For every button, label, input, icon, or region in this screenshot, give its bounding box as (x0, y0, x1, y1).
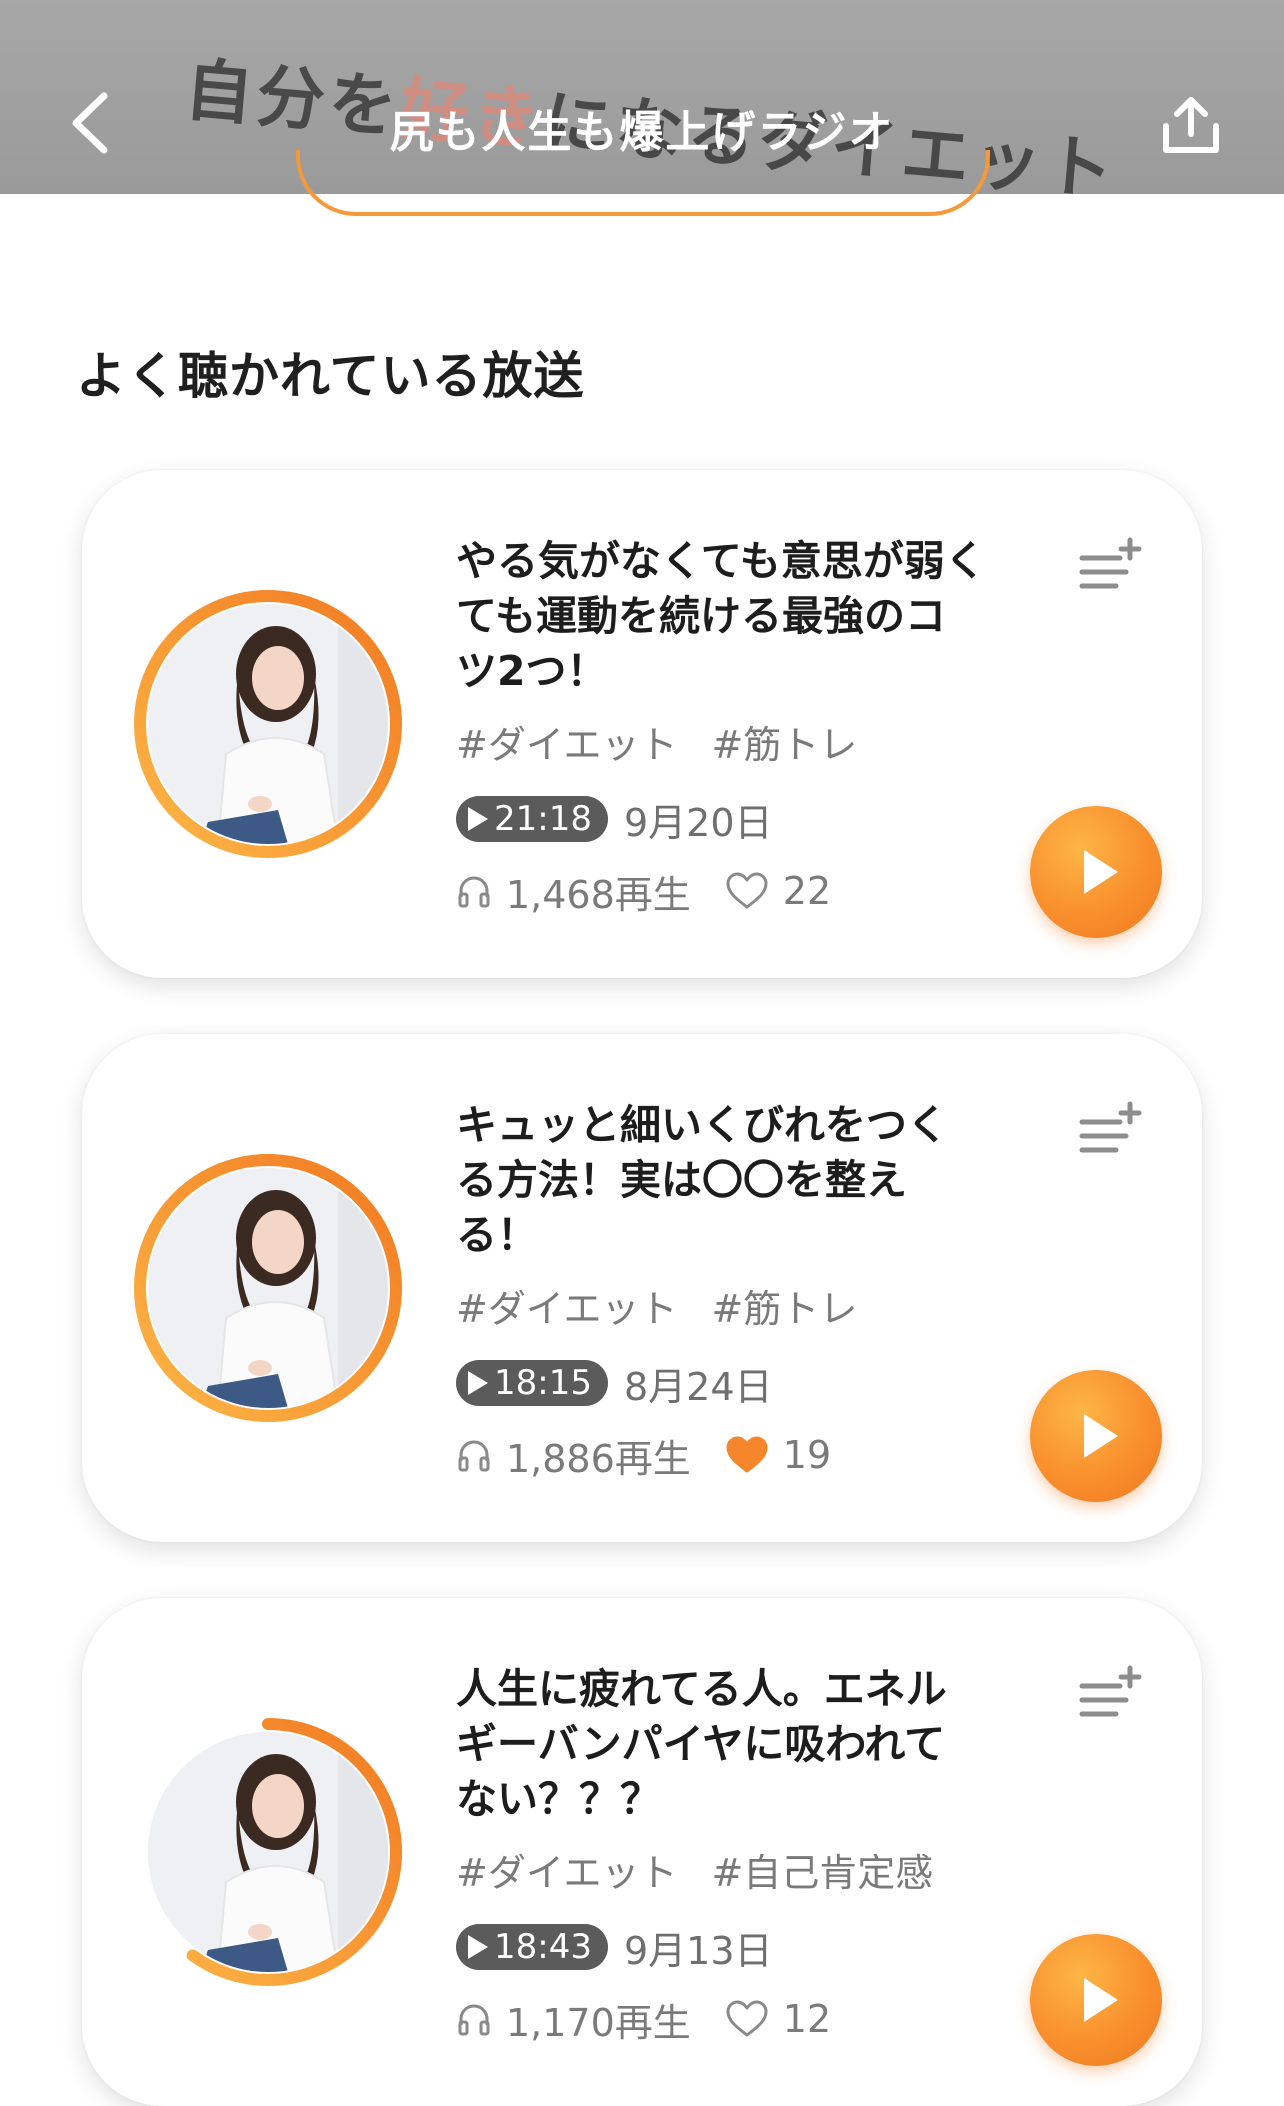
play-triangle-icon (468, 1935, 488, 1959)
heart-icon (726, 2000, 768, 2037)
episode-meta: 21:18 9月20日 (456, 796, 773, 845)
release-date: 9月20日 (623, 800, 773, 845)
add-to-playlist-icon (1079, 537, 1142, 589)
like-button[interactable]: 12 (725, 1997, 831, 2041)
tag-2[interactable]: #自己肯定感 (711, 1851, 933, 1895)
section-title: よく聴かれている放送 (76, 347, 585, 405)
episode-title[interactable]: やる気がなくても意思が弱くても運動を続ける最強のコツ2つ！ (456, 534, 986, 699)
tag-1[interactable]: #ダイエット (456, 723, 677, 767)
play-triangle-icon (468, 1371, 488, 1395)
release-date: 9月13日 (623, 1928, 773, 1973)
episode-stats: 1,170再生 12 (456, 1994, 831, 2045)
episode-stats: 1,886再生 19 (456, 1430, 831, 1481)
play-icon (1084, 1414, 1118, 1458)
duration-text: 18:15 (494, 1363, 592, 1403)
episode-stats: 1,468再生 22 (456, 866, 831, 917)
play-button[interactable] (1030, 806, 1162, 938)
like-count: 12 (782, 1997, 832, 2041)
heart-icon (726, 872, 768, 909)
duration-badge: 18:43 (456, 1924, 608, 1970)
episode-tags: #ダイエット #筋トレ (456, 714, 857, 769)
episode-meta: 18:43 9月13日 (456, 1924, 773, 1973)
host-portrait-image (148, 1732, 388, 1972)
like-count: 22 (782, 869, 832, 913)
add-to-playlist-icon (1079, 1665, 1142, 1717)
play-count: 1,468再生 (506, 872, 691, 917)
duration-text: 21:18 (494, 799, 592, 839)
heart-icon (726, 1436, 768, 1473)
episode-card[interactable]: やる気がなくても意思が弱くても運動を続ける最強のコツ2つ！ #ダイエット #筋トレ… (82, 470, 1202, 978)
release-date: 8月24日 (623, 1364, 773, 1409)
duration-badge: 18:15 (456, 1360, 608, 1406)
play-count: 1,170再生 (506, 2000, 691, 2045)
like-button[interactable]: 19 (725, 1433, 831, 1477)
headphones-icon (458, 1440, 490, 1472)
add-to-playlist-button[interactable] (1076, 1664, 1146, 1724)
like-count: 19 (782, 1433, 832, 1477)
play-icon (1084, 1978, 1118, 2022)
headphones-icon (458, 876, 490, 908)
episode-title[interactable]: 人生に疲れてる人。エネルギーバンパイヤに吸われてない？？？ (456, 1662, 986, 1827)
episode-tags: #ダイエット #自己肯定感 (456, 1842, 933, 1897)
tag-1[interactable]: #ダイエット (456, 1851, 677, 1895)
add-to-playlist-button[interactable] (1076, 536, 1146, 596)
like-button[interactable]: 22 (725, 869, 831, 913)
episode-card[interactable]: キュッと細いくびれをつくる方法！実は〇〇を整える！ #ダイエット #筋トレ 18:… (82, 1034, 1202, 1542)
share-button[interactable] (1158, 92, 1224, 158)
headphones-icon (458, 2004, 490, 2036)
episode-card[interactable]: 人生に疲れてる人。エネルギーバンパイヤに吸われてない？？？ #ダイエット #自己肯… (82, 1598, 1202, 2106)
episode-title[interactable]: キュッと細いくびれをつくる方法！実は〇〇を整える！ (456, 1098, 986, 1263)
play-button[interactable] (1030, 1370, 1162, 1502)
add-to-playlist-icon (1079, 1101, 1142, 1153)
episode-avatar (132, 1152, 404, 1424)
episode-avatar (132, 1716, 404, 1988)
tag-2[interactable]: #筋トレ (711, 1287, 857, 1331)
host-photo (148, 1168, 388, 1408)
share-upload-icon (1163, 97, 1219, 153)
episode-tags: #ダイエット #筋トレ (456, 1278, 857, 1333)
host-photo (148, 604, 388, 844)
add-to-playlist-button[interactable] (1076, 1100, 1146, 1160)
duration-text: 18:43 (494, 1927, 592, 1967)
host-photo (148, 1732, 388, 1972)
host-portrait-image (148, 1168, 388, 1408)
play-icon (1084, 850, 1118, 894)
episode-avatar (132, 588, 404, 860)
follow-button-outline[interactable] (296, 150, 990, 216)
play-triangle-icon (468, 807, 488, 831)
duration-badge: 21:18 (456, 796, 608, 842)
tag-1[interactable]: #ダイエット (456, 1287, 677, 1331)
host-portrait-image (148, 604, 388, 844)
episode-meta: 18:15 8月24日 (456, 1360, 773, 1409)
tag-2[interactable]: #筋トレ (711, 723, 857, 767)
play-button[interactable] (1030, 1934, 1162, 2066)
play-count: 1,886再生 (506, 1436, 691, 1481)
